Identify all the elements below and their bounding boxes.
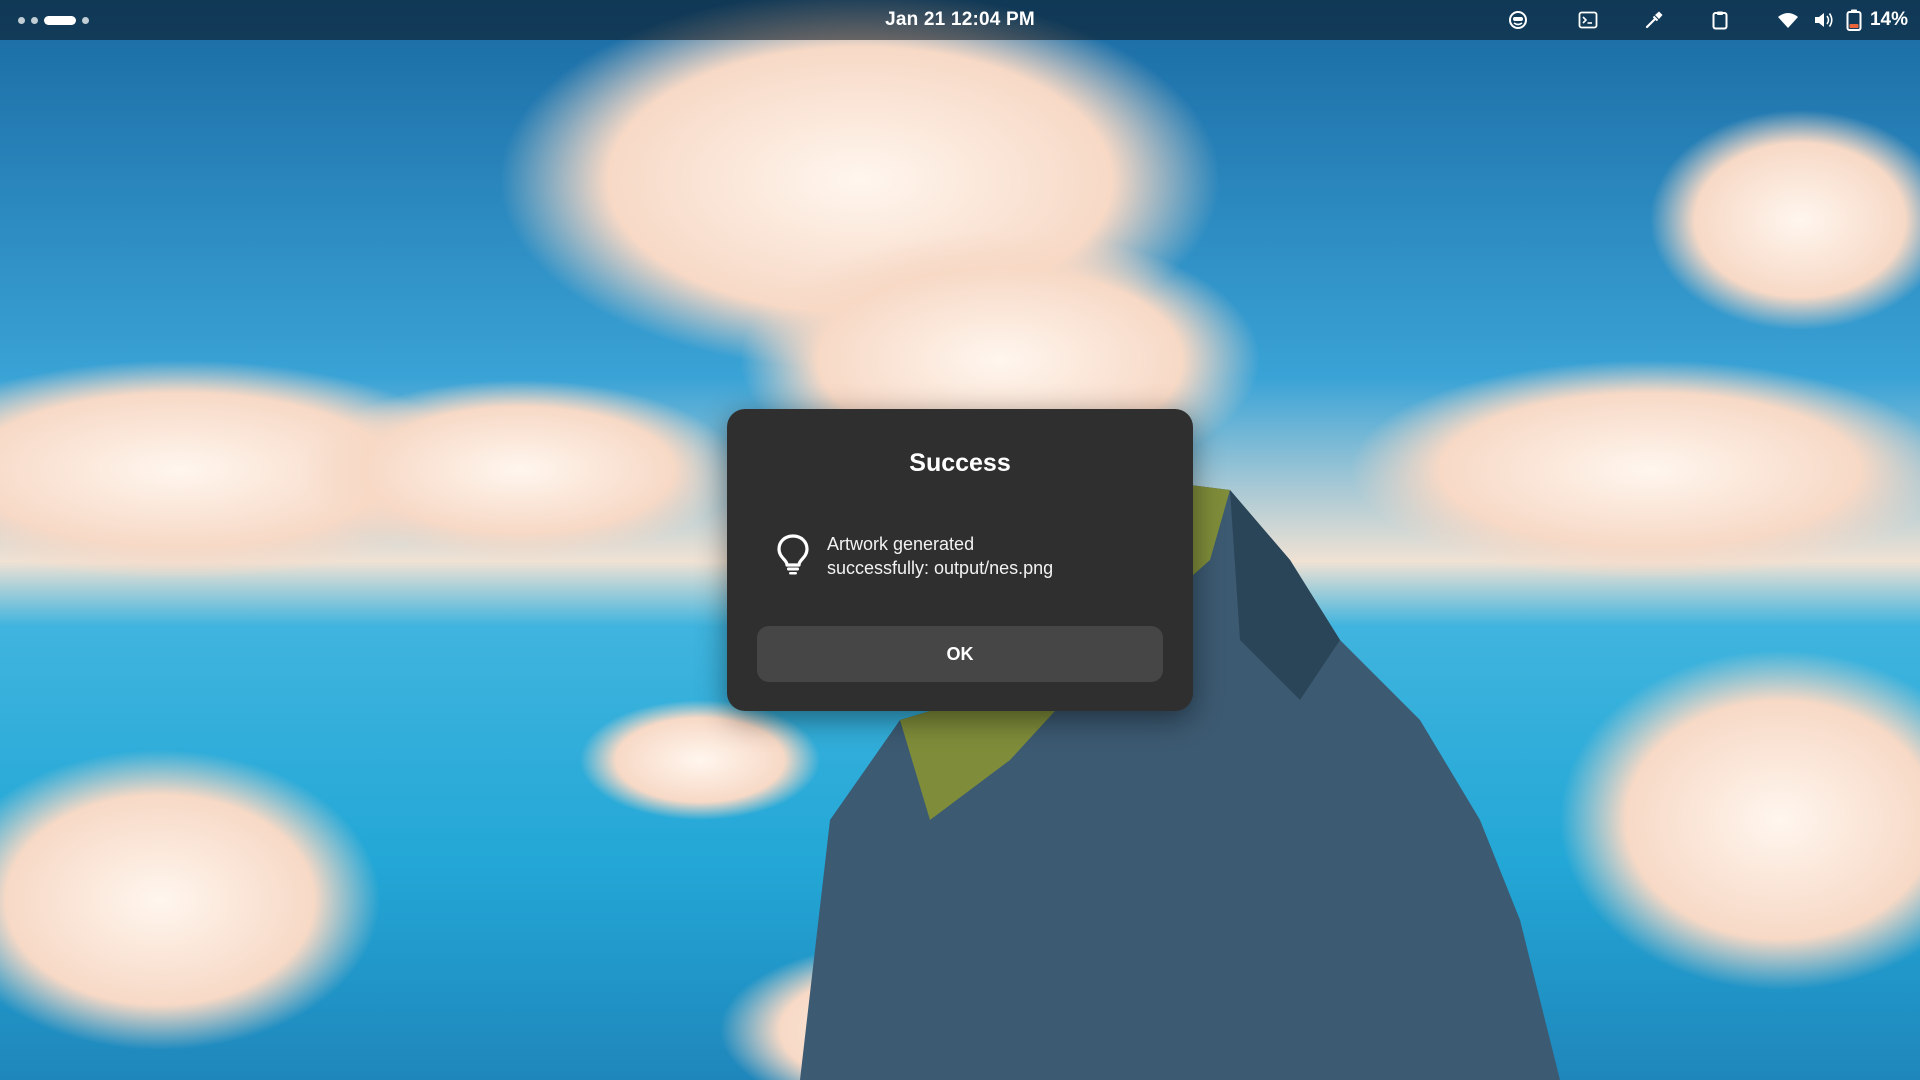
color-picker-icon[interactable] xyxy=(1634,0,1674,40)
workspace-dot[interactable] xyxy=(31,16,38,24)
terminal-icon[interactable] xyxy=(1568,0,1608,40)
battery-icon[interactable] xyxy=(1842,0,1866,40)
workspace-indicator[interactable] xyxy=(18,14,89,26)
workspace-dot[interactable] xyxy=(82,16,89,24)
wifi-icon[interactable] xyxy=(1770,0,1806,40)
workspace-dot[interactable] xyxy=(18,16,25,24)
top-bar: Jan 21 12:04 PM 14% xyxy=(0,0,1920,40)
workspace-active[interactable] xyxy=(44,15,76,25)
dialog-title: Success xyxy=(909,449,1011,477)
dialog-message: Artwork generated successfully: output/n… xyxy=(827,532,1157,580)
clock[interactable]: Jan 21 12:04 PM xyxy=(885,9,1035,30)
clipboard-icon[interactable] xyxy=(1700,0,1740,40)
dialog-message-line: successfully: output/nes.png xyxy=(827,558,1054,578)
system-tray: 14% xyxy=(1498,0,1908,40)
dialog-message-line: Artwork generated xyxy=(827,534,975,554)
lightbulb-icon xyxy=(777,534,809,575)
success-dialog: Success Artwork generated successfully: … xyxy=(727,409,1193,711)
face-icon[interactable] xyxy=(1498,0,1538,40)
battery-percentage[interactable]: 14% xyxy=(1870,9,1908,31)
volume-icon[interactable] xyxy=(1806,0,1842,40)
ok-button[interactable]: OK xyxy=(757,626,1163,682)
desktop: Jan 21 12:04 PM 14% Success Artwork gene… xyxy=(0,0,1920,1080)
